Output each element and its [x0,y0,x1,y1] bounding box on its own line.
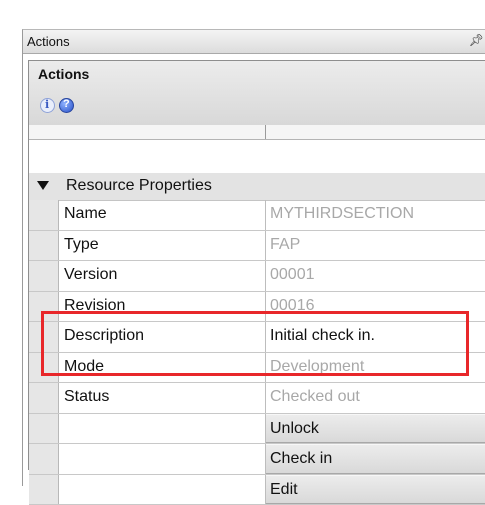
category-label: Resource Properties [66,177,212,195]
property-name: Mode [64,358,104,376]
actions-panel: Actions Resource Properties Name MYTHIRD… [28,60,485,470]
row-gutter [29,383,59,413]
property-row-type[interactable]: Type FAP [29,231,485,262]
property-name: Description [64,327,144,345]
row-gutter [29,231,59,261]
row-divider [265,261,266,291]
property-name: Version [64,266,117,284]
row-divider [265,383,266,413]
info-icon[interactable] [40,98,55,113]
property-name: Revision [64,297,125,315]
row-gutter [29,475,59,505]
property-name: Type [64,236,99,254]
property-row-name[interactable]: Name MYTHIRDSECTION [29,200,485,231]
row-divider [265,353,266,383]
action-row-check-in: Check in [29,444,485,475]
property-value[interactable]: Initial check in. [270,327,375,345]
property-value: Development [270,358,364,376]
property-name: Status [64,388,109,406]
property-row-version[interactable]: Version 00001 [29,261,485,292]
edit-button-label: Edit [270,481,298,499]
unlock-button-label: Unlock [270,420,319,438]
collapse-arrow-icon[interactable] [37,181,49,190]
row-divider [265,322,266,352]
row-divider [265,292,266,322]
check-in-button-label: Check in [270,450,332,468]
row-gutter [29,200,59,230]
property-value: MYTHIRDSECTION [270,205,414,223]
action-row-edit: Edit [29,475,485,505]
property-value: FAP [270,236,300,254]
column-header[interactable] [29,125,485,140]
row-gutter [29,292,59,322]
actions-window: Actions 📌︎ Actions Resource Properties N… [22,29,485,486]
property-row-status[interactable]: Status Checked out [29,383,485,414]
row-gutter [29,444,59,474]
window-title: Actions [27,34,70,49]
help-icon[interactable] [59,98,74,113]
row-gutter [29,322,59,352]
edit-button[interactable]: Edit [266,475,485,505]
panel-title: Actions [38,66,89,82]
row-divider [265,200,266,230]
property-row-description[interactable]: Description Initial check in. [29,322,485,353]
pin-icon[interactable]: 📌︎ [469,33,484,47]
window-titlebar: Actions 📌︎ [23,30,485,54]
check-in-button[interactable]: Check in [266,444,485,474]
property-name: Name [64,205,107,223]
property-value: 00016 [270,297,315,315]
action-row-unlock: Unlock [29,414,485,445]
property-grid: Name MYTHIRDSECTION Type FAP Version 000… [29,200,485,505]
property-row-revision[interactable]: Revision 00016 [29,292,485,323]
panel-header: Actions [29,61,485,126]
row-gutter [29,414,59,444]
category-resource-properties[interactable]: Resource Properties [29,173,485,201]
property-row-mode[interactable]: Mode Development [29,353,485,384]
row-divider [265,231,266,261]
property-value: Checked out [270,388,360,406]
row-gutter [29,261,59,291]
property-value: 00001 [270,266,315,284]
column-splitter[interactable] [265,125,266,139]
row-gutter [29,353,59,383]
unlock-button[interactable]: Unlock [266,414,485,444]
